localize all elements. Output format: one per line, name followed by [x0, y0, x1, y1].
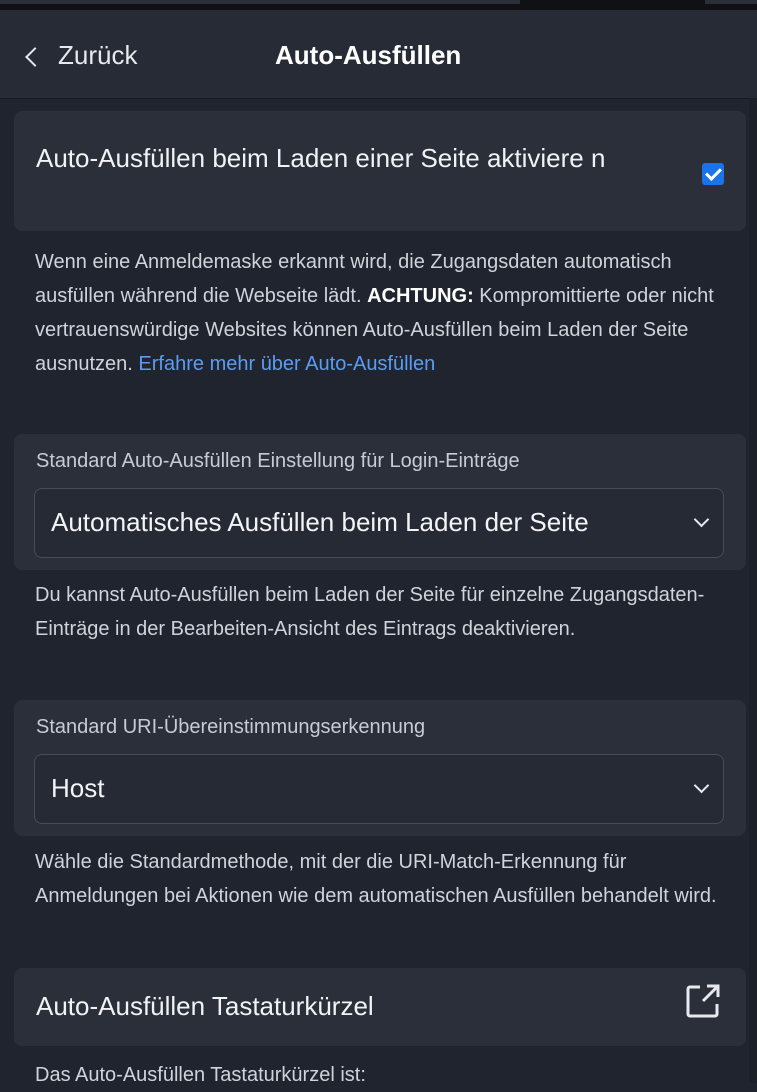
autofill-on-load-label: Auto-Ausfüllen beim Laden einer Seite ak…	[36, 143, 606, 173]
chevron-down-icon	[693, 777, 710, 794]
chevron-down-icon	[693, 511, 710, 528]
default-autofill-setting-label: Standard Auto-Ausfüllen Einstellung für …	[36, 450, 520, 472]
top-edge-segment	[0, 0, 520, 4]
top-edge-segment	[705, 0, 757, 4]
page-header: Zurück Auto-Ausfüllen	[0, 10, 757, 99]
default-uri-match-value: Host	[51, 773, 105, 803]
default-uri-match-help: Wähle die Standardmethode, mit der die U…	[35, 851, 717, 907]
autofill-on-load-help: Wenn eine Anmeldemaske erkannt wird, die…	[35, 245, 735, 381]
autofill-on-load-card[interactable]: Auto-Ausfüllen beim Laden einer Seite ak…	[14, 111, 746, 231]
default-autofill-setting-value: Automatisches Ausfüllen beim Laden der S…	[51, 507, 589, 537]
default-autofill-setting-select[interactable]: Automatisches Ausfüllen beim Laden der S…	[34, 488, 724, 558]
autofill-on-load-checkbox[interactable]	[702, 163, 724, 185]
default-autofill-setting-card: Standard Auto-Ausfüllen Einstellung für …	[14, 434, 746, 570]
learn-more-link[interactable]: Erfahre mehr über Auto-Ausfüllen	[138, 353, 435, 375]
default-uri-match-select[interactable]: Host	[34, 754, 724, 824]
default-uri-match-label: Standard URI-Übereinstimmungserkennung	[36, 716, 426, 738]
back-label: Zurück	[58, 40, 138, 70]
default-uri-match-card: Standard URI-Übereinstimmungserkennung H…	[14, 700, 746, 836]
autofill-shortcut-card[interactable]: Auto-Ausfüllen Tastaturkürzel	[14, 968, 746, 1046]
warning-label: ACHTUNG:	[367, 285, 474, 307]
page-title: Auto-Ausfüllen	[275, 40, 462, 70]
autofill-shortcut-label: Auto-Ausfüllen Tastaturkürzel	[36, 991, 374, 1021]
top-edge-strip	[0, 0, 757, 10]
scrollbar-track[interactable]	[749, 98, 757, 1083]
external-link-icon[interactable]	[683, 981, 723, 1021]
autofill-shortcut-help: Das Auto-Ausfüllen Tastaturkürzel ist:	[35, 1064, 366, 1086]
default-autofill-setting-help: Du kannst Auto-Ausfüllen beim Laden der …	[35, 584, 705, 640]
chevron-left-icon	[25, 46, 45, 67]
back-button[interactable]: Zurück	[25, 40, 138, 71]
